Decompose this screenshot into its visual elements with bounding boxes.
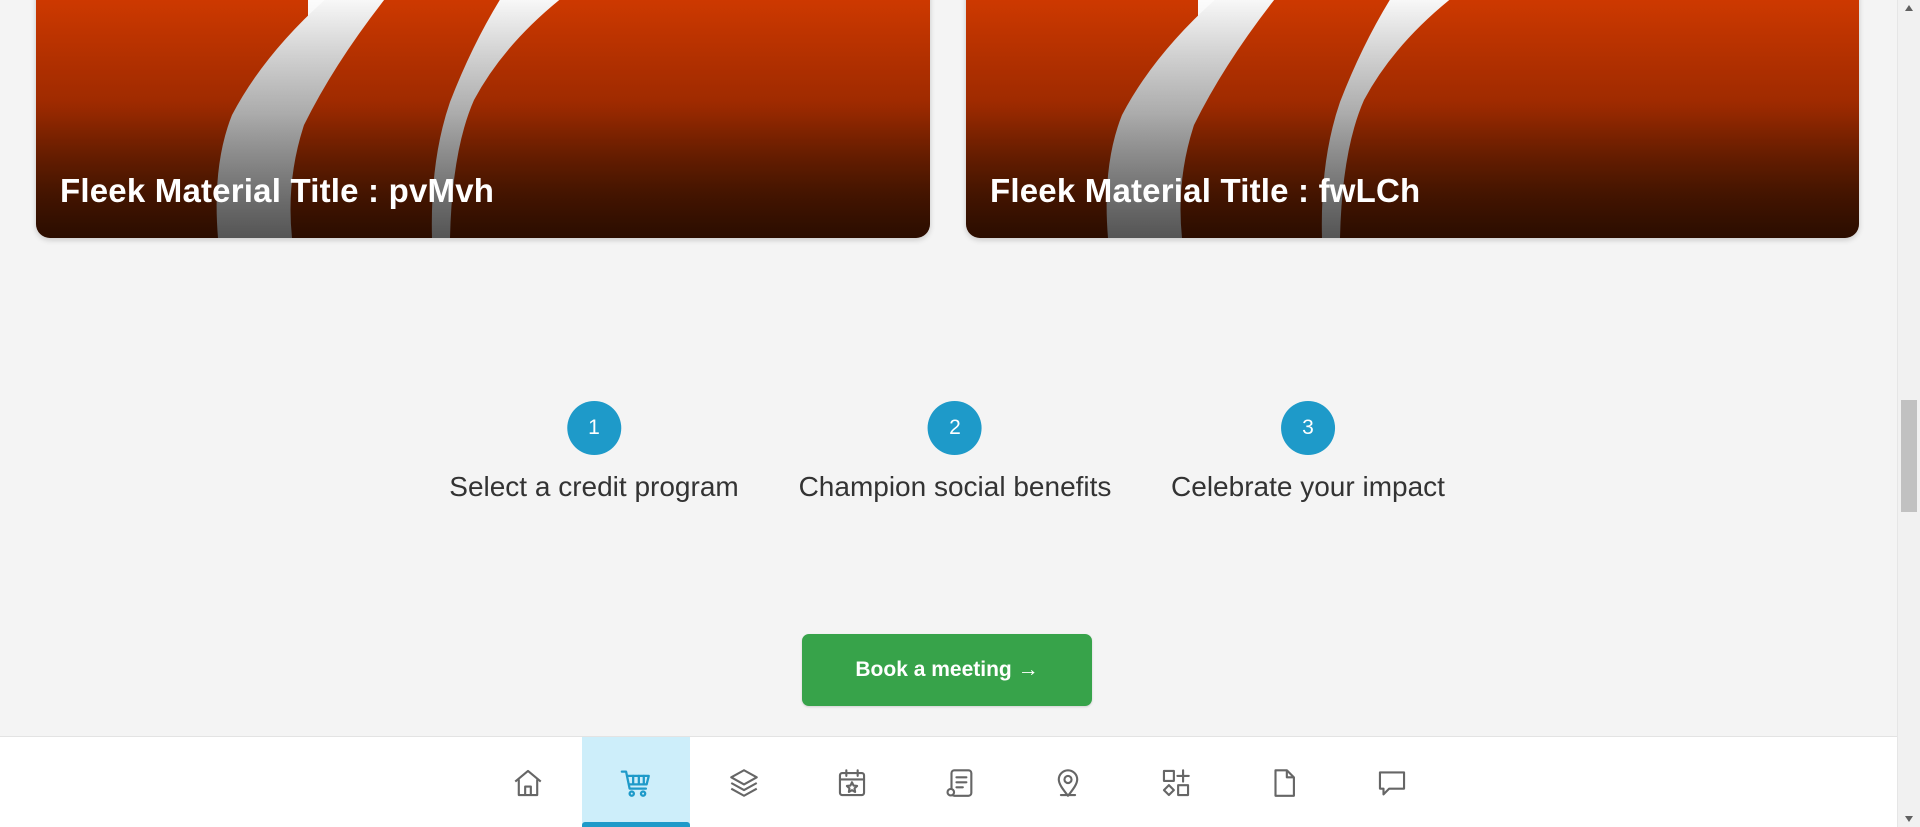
nav-item-file[interactable] xyxy=(1230,737,1338,827)
scroll-down-arrow-icon[interactable] xyxy=(1898,811,1920,827)
scroll-up-arrow-icon[interactable] xyxy=(1898,0,1920,16)
layers-icon xyxy=(730,768,758,797)
scroll-thumb[interactable] xyxy=(1901,400,1917,512)
apps-grid-icon xyxy=(1162,768,1190,796)
calendar-star-icon xyxy=(838,768,866,796)
material-title: Fleek Material Title : fwLCh xyxy=(990,172,1421,209)
step-label: Celebrate your impact xyxy=(1171,471,1445,502)
bottom-nav xyxy=(0,736,1898,827)
vertical-scrollbar[interactable] xyxy=(1897,0,1920,827)
nav-item-events[interactable] xyxy=(798,737,906,827)
nav-item-apps[interactable] xyxy=(1122,737,1230,827)
cart-icon xyxy=(620,770,650,797)
step-number-badge: 3 xyxy=(1281,401,1335,455)
nav-item-docs[interactable] xyxy=(906,737,1014,827)
material-card[interactable]: Fleek Material Title : fwLCh xyxy=(966,0,1859,238)
material-title: Fleek Material Title : pvMvh xyxy=(60,172,495,209)
document-list-icon xyxy=(946,768,973,797)
material-card[interactable]: Fleek Material Title : pvMvh xyxy=(36,0,930,238)
nav-item-layers[interactable] xyxy=(690,737,798,827)
nav-item-home[interactable] xyxy=(474,737,582,827)
step-label: Select a credit program xyxy=(449,471,739,502)
chat-bubble-icon xyxy=(1378,770,1406,795)
home-icon xyxy=(514,769,542,796)
page: Fleek Material Title : pvMvh Fleek Mater… xyxy=(0,0,1920,827)
nav-item-location[interactable] xyxy=(1014,737,1122,827)
step-3: 3 Celebrate your impact xyxy=(1171,401,1445,503)
file-icon xyxy=(1274,768,1295,797)
step-label: Champion social benefits xyxy=(798,471,1112,502)
step-1: 1 Select a credit program xyxy=(449,401,739,503)
step-number-badge: 1 xyxy=(567,401,621,455)
nav-item-cart[interactable] xyxy=(582,737,690,827)
location-pin-icon xyxy=(1057,768,1079,797)
nav-item-chat[interactable] xyxy=(1338,737,1446,827)
step-2: 2 Champion social benefits xyxy=(798,401,1112,503)
book-meeting-button[interactable]: Book a meeting → xyxy=(802,634,1092,706)
step-number-badge: 2 xyxy=(928,401,982,455)
